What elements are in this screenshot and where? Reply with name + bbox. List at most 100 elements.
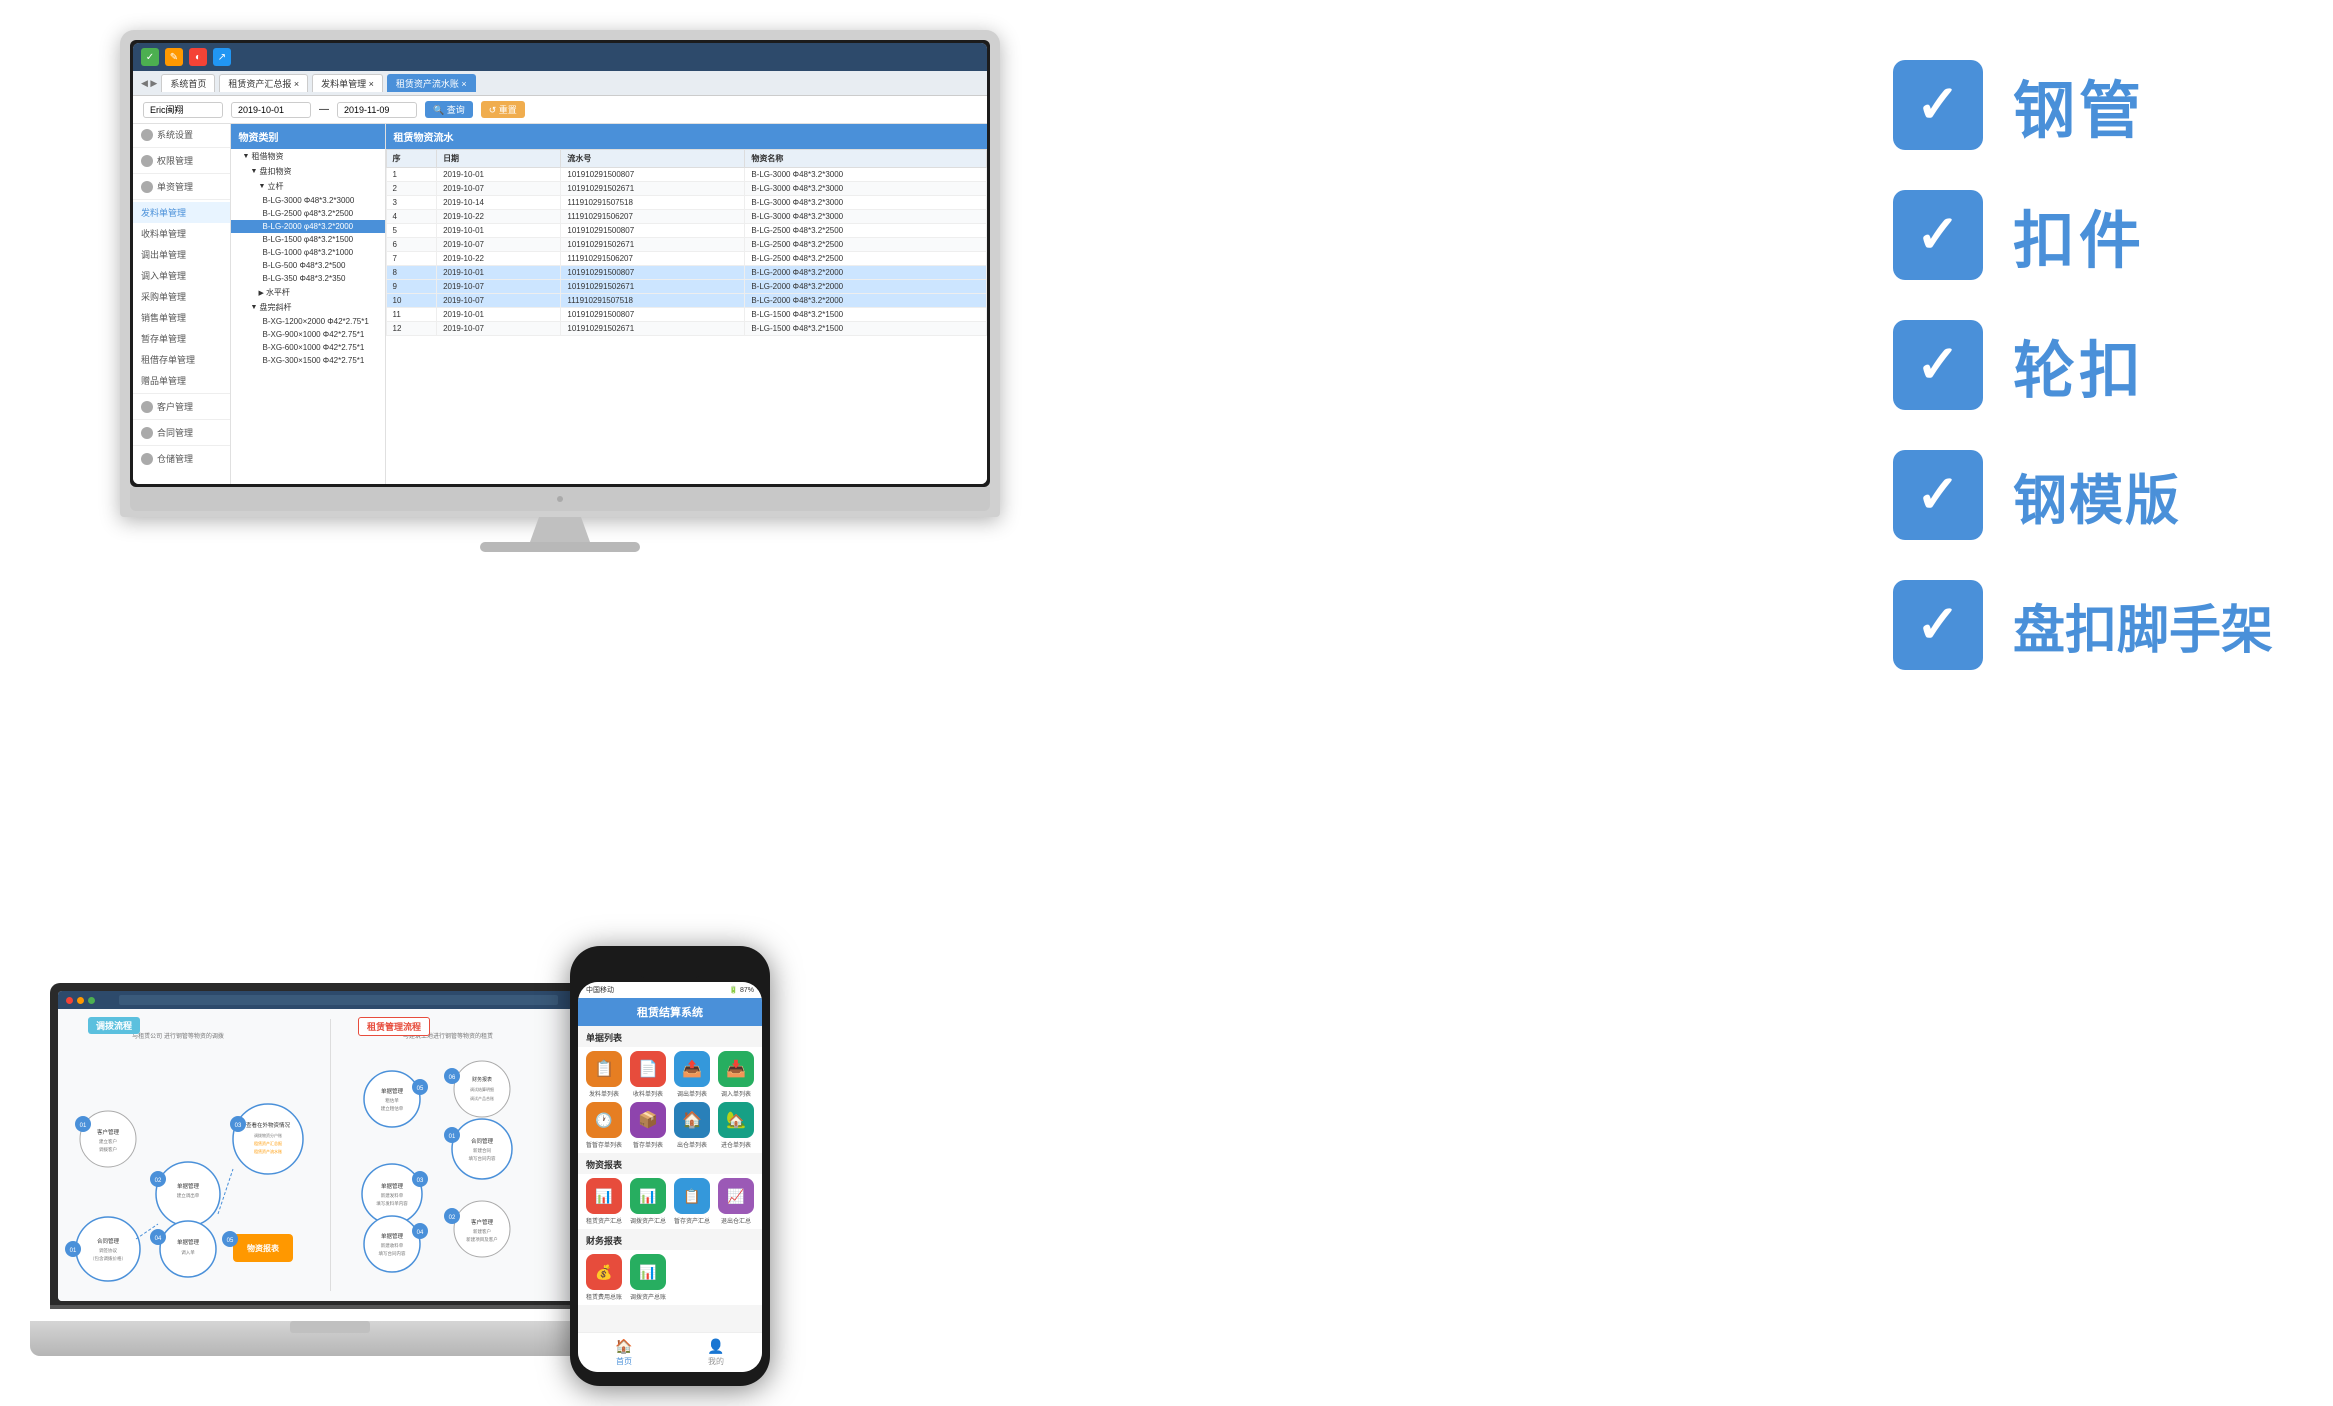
feature-steel-mold: ✓ 钢模版: [1893, 450, 2273, 540]
tree-item-lg3000[interactable]: B-LG-3000 Φ48*3.2*3000: [231, 194, 385, 207]
tab-asset-summary[interactable]: 租赁资产汇总报 ×: [219, 74, 308, 92]
phone-icon-outstock[interactable]: 🏠 出仓单列表: [672, 1102, 712, 1149]
table-row[interactable]: 22019-10-07101910291502671B-LG-3000 Φ48*…: [386, 182, 986, 196]
tree-item-xg900[interactable]: B-XG-900×1000 Φ42*2.75*1: [231, 328, 385, 341]
tree-item-lg1500[interactable]: B-LG-1500 φ48*3.2*1500: [231, 233, 385, 246]
table-row[interactable]: 122019-10-07101910291502671B-LG-1500 Φ48…: [386, 322, 986, 336]
svg-text:物资报表: 物资报表: [247, 1243, 280, 1253]
checkmark-icon-3: ✓: [1916, 339, 1960, 391]
table-row[interactable]: 12019-10-01101910291500807B-LG-3000 Φ48*…: [386, 168, 986, 182]
table-cell: 101910291502671: [561, 182, 745, 196]
table-cell: 2019-10-22: [437, 252, 561, 266]
phone-icon-storage[interactable]: 📦 暂存单列表: [628, 1102, 668, 1149]
tab-home[interactable]: 系统首页: [161, 74, 215, 92]
phone-bills-grid: 📋 发料单列表 📄 收料单列表 📤 调出单列表 📥 调入单列表: [578, 1047, 762, 1153]
table-cell: 111910291506207: [561, 252, 745, 266]
phone-icon-issue[interactable]: 📋 发料单列表: [584, 1051, 624, 1098]
svg-text:新建收料单: 新建收料单: [381, 1242, 404, 1249]
sidebar: 系统设置 权限管理 单资管理: [133, 124, 231, 484]
phone-icon-temp[interactable]: 🕐 暂暂存单列表: [584, 1102, 624, 1149]
sidebar-item-settings[interactable]: 系统设置: [133, 124, 230, 145]
tree-item-lg350[interactable]: B-LG-350 Φ48*3.2*350: [231, 272, 385, 285]
sidebar-item-issue[interactable]: 发料单管理: [133, 202, 230, 223]
phone-icon-out[interactable]: 📤 调出单列表: [672, 1051, 712, 1098]
phone-finance-grid: 💰 租赁费用总账 📊 调拨资产总账: [578, 1250, 762, 1305]
table-row[interactable]: 32019-10-14111910291507518B-LG-3000 Φ48*…: [386, 196, 986, 210]
sidebar-item-lease[interactable]: 租借存单管理: [133, 349, 230, 370]
checkmark-icon-2: ✓: [1916, 209, 1960, 261]
sidebar-item-warehouse[interactable]: 仓储管理: [133, 448, 230, 469]
tree-item-lg500[interactable]: B-LG-500 Φ48*3.2*500: [231, 259, 385, 272]
table-row[interactable]: 102019-10-07111910291507518B-LG-2000 Φ48…: [386, 294, 986, 308]
sidebar-temp-label: 暂存单管理: [141, 332, 186, 345]
outstock-icon: 🏠: [674, 1102, 710, 1138]
phone-nav-home[interactable]: 🏠 首页: [615, 1338, 632, 1367]
search-user-input[interactable]: [143, 102, 223, 118]
phone-nav-profile[interactable]: 👤 我的: [707, 1338, 724, 1367]
sidebar-item-in[interactable]: 调入单管理: [133, 265, 230, 286]
svg-text:06: 06: [449, 1075, 456, 1081]
monitor: ✓ ✎ ◐ ↗ ◀ ▶ 系统首页 租赁资产汇总报 × 发料单管理 × 租赁资产流…: [120, 30, 1000, 552]
col-date: 日期: [437, 150, 561, 168]
svg-text:填写台同内容: 填写台同内容: [379, 1250, 406, 1257]
tree-item-lease[interactable]: ▼ 租借物资: [231, 149, 385, 164]
phone-icon-receive[interactable]: 📄 收料单列表: [628, 1051, 668, 1098]
phone-icon-lease-ledger[interactable]: 💰 租赁费用总账: [584, 1254, 624, 1301]
transfer-total-label: 调拨资产汇总: [630, 1216, 666, 1225]
svg-text:新建发料单: 新建发料单: [381, 1192, 404, 1199]
search-date-to[interactable]: [337, 102, 417, 118]
tree-item-horizontal[interactable]: ▶ 水平杆: [231, 285, 385, 300]
reset-button[interactable]: ↺ 重置: [481, 101, 525, 118]
sidebar-item-out[interactable]: 调出单管理: [133, 244, 230, 265]
sidebar-item-sales[interactable]: 销售单管理: [133, 307, 230, 328]
svg-text:填写台同内容: 填写台同内容: [469, 1155, 496, 1162]
tree-item-lg1000[interactable]: B-LG-1000 φ48*3.2*1000: [231, 246, 385, 259]
tree-item-buckle[interactable]: ▼ 盘扣物资: [231, 164, 385, 179]
table-row[interactable]: 112019-10-01101910291500807B-LG-1500 Φ48…: [386, 308, 986, 322]
tree-item-lg2000[interactable]: B-LG-2000 φ48*3.2*2000: [231, 220, 385, 233]
table-row[interactable]: 82019-10-01101910291500807B-LG-2000 Φ48*…: [386, 266, 986, 280]
phone-icon-instock[interactable]: 🏡 进仓单列表: [716, 1102, 756, 1149]
search-button[interactable]: 🔍 查询: [425, 101, 473, 118]
sidebar-item-gift[interactable]: 赠品单管理: [133, 370, 230, 391]
sidebar-item-customer[interactable]: 客户管理: [133, 396, 230, 417]
tree-item-xg600[interactable]: B-XG-600×1000 Φ42*2.75*1: [231, 341, 385, 354]
nav-back[interactable]: ◀ ▶: [141, 78, 157, 89]
search-date-from[interactable]: [231, 102, 311, 118]
tree-item-diagonal[interactable]: ▼ 盘完斜杆: [231, 300, 385, 315]
icon-red: ◐: [189, 48, 207, 66]
sidebar-gift-label: 赠品单管理: [141, 374, 186, 387]
sidebar-item-receive[interactable]: 收料单管理: [133, 223, 230, 244]
table-row[interactable]: 52019-10-01101910291500807B-LG-2500 Φ48*…: [386, 224, 986, 238]
tab-issue[interactable]: 发料单管理 ×: [312, 74, 383, 92]
phone-icon-lease-total[interactable]: 📊 租赁资产汇总: [584, 1178, 624, 1225]
tree-item-lg2500[interactable]: B-LG-2500 φ48*3.2*2500: [231, 207, 385, 220]
phone-icon-transfer-ledger[interactable]: 📊 调拨资产总账: [628, 1254, 668, 1301]
table-row[interactable]: 72019-10-22111910291506207B-LG-2500 Φ48*…: [386, 252, 986, 266]
sidebar-item-asset[interactable]: 单资管理: [133, 176, 230, 197]
sidebar-item-temp[interactable]: 暂存单管理: [133, 328, 230, 349]
phone-icon-exit-total[interactable]: 📈 退出仓汇总: [716, 1178, 756, 1225]
sidebar-customer-label: 客户管理: [157, 400, 193, 413]
table-cell: B-LG-2000 Φ48*3.2*2000: [745, 266, 987, 280]
tab-flow[interactable]: 租赁资产流水账 ×: [387, 74, 476, 92]
sidebar-item-contract[interactable]: 合同管理: [133, 422, 230, 443]
sidebar-item-permission[interactable]: 权限管理: [133, 150, 230, 171]
tree-item-xg300[interactable]: B-XG-300×1500 Φ42*2.75*1: [231, 354, 385, 367]
flow-right-title: 租赁管理流程: [358, 1017, 430, 1036]
phone-body: 中国移动 🔋 87% 租赁结算系统 单据列表 📋 发料单列表 📄 收料单列表: [570, 946, 770, 1386]
phone-icon-temp-total[interactable]: 📋 暂存资产汇总: [672, 1178, 712, 1225]
phone-icon-transfer-total[interactable]: 📊 调拨资产汇总: [628, 1178, 668, 1225]
monitor-neck: [530, 517, 590, 542]
sidebar-item-purchase[interactable]: 采购单管理: [133, 286, 230, 307]
gear-icon: [141, 129, 153, 141]
table-row[interactable]: 62019-10-07101910291502671B-LG-2500 Φ48*…: [386, 238, 986, 252]
table-row[interactable]: 42019-10-22111910291506207B-LG-3000 Φ48*…: [386, 210, 986, 224]
table-row[interactable]: 92019-10-07101910291502671B-LG-2000 Φ48*…: [386, 280, 986, 294]
phone-titlebar: 租赁结算系统: [578, 998, 762, 1026]
tree-item-pole[interactable]: ▼ 立杆: [231, 179, 385, 194]
svg-text:01: 01: [70, 1248, 77, 1254]
phone-icon-inp[interactable]: 📥 调入单列表: [716, 1051, 756, 1098]
tree-item-xg1200[interactable]: B-XG-1200×2000 Φ42*2.75*1: [231, 315, 385, 328]
outstock-label: 出仓单列表: [677, 1140, 707, 1149]
